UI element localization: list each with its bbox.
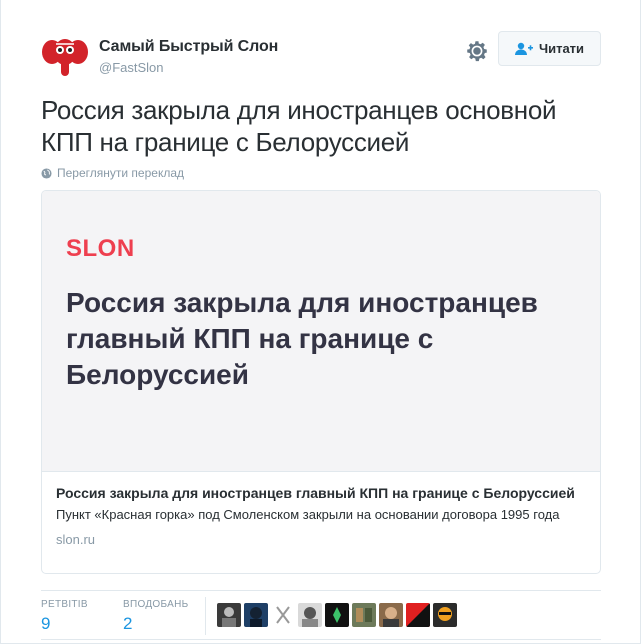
liker-avatar[interactable] [406,603,430,627]
stats-divider [205,597,206,635]
tweet-container: Самый Быстрый Слон @FastSlon Читати Росс… [0,0,641,644]
follow-button-label: Читати [538,41,585,56]
likes-stat[interactable]: ВПОДОБАНЬ 2 [123,599,188,634]
globe-icon [41,167,52,179]
follow-button[interactable]: Читати [498,31,601,66]
liker-avatar[interactable] [298,603,322,627]
liker-avatar[interactable] [244,603,268,627]
card-title: Россия закрыла для иностранцев главный К… [56,485,575,501]
liker-avatar[interactable] [379,603,403,627]
liker-avatar[interactable] [325,603,349,627]
liker-avatars [217,603,457,627]
translate-label: Переглянути переклад [57,166,185,180]
retweets-count: 9 [41,614,51,633]
card-image: SLON Россия закрыла для иностранцев глав… [42,191,600,471]
elephant-logo-icon [41,32,89,80]
retweets-label: РЕТВІТІВ [41,599,88,610]
card-domain: slon.ru [56,532,96,547]
liker-avatar[interactable] [271,603,295,627]
liker-avatar[interactable] [217,603,241,627]
card-brand-logo: SLON [66,235,135,262]
link-card[interactable]: SLON Россия закрыла для иностранцев глав… [41,190,601,574]
user-avatar[interactable] [41,32,89,80]
follow-user-icon [514,42,533,55]
card-description: Пункт «Красная горка» под Смоленском зак… [56,507,560,522]
user-name[interactable]: Самый Быстрый Слон [99,38,278,56]
likes-count: 2 [123,614,133,633]
card-body: Россия закрыла для иностранцев главный К… [42,471,600,573]
card-image-headline: Россия закрыла для иностранцев главный К… [66,287,538,390]
tweet-stats: РЕТВІТІВ 9 ВПОДОБАНЬ 2 [41,590,601,640]
liker-avatar[interactable] [352,603,376,627]
tweet-text: Россия закрыла для иностранцев основной … [41,95,557,157]
user-handle[interactable]: @FastSlon [99,60,164,75]
translate-link[interactable]: Переглянути переклад [41,166,184,180]
liker-avatar[interactable] [433,603,457,627]
retweets-stat[interactable]: РЕТВІТІВ 9 [41,599,88,634]
gear-icon[interactable] [464,38,490,64]
likes-label: ВПОДОБАНЬ [123,599,189,610]
